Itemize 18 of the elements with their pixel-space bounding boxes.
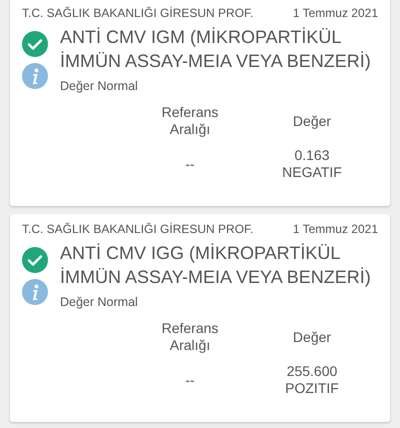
test-name: ANTİ CMV IGM (MİKROPARTİKÜL İMMÜN ASSAY-MEIA VEYA BENZERİ): [60, 26, 372, 73]
table-cell-text: --: [184, 154, 196, 174]
table-cell-text: --: [184, 370, 196, 390]
test-name: ANTİ CMV IGG (MİKROPARTİKÜL İMMÜN ASSAY-MEIA VEYA BENZERİ): [60, 242, 372, 289]
status-text: Değer Normal: [60, 295, 139, 309]
column-header: Değer: [292, 112, 332, 131]
column-header: Referans Aralığı: [160, 319, 220, 355]
table-cell-text: 255.600 POZITIF: [284, 362, 340, 398]
status-text: Değer Normal: [60, 79, 139, 93]
table-cell-text: 0.163 NEGATIF: [281, 146, 343, 182]
result-date: 1 Temmuz 2021: [292, 221, 378, 237]
lab-name: T.C. SAĞLIK BAKANLIĞI GİRESUN PROF.: [22, 5, 254, 21]
column-header: Değer: [292, 328, 332, 347]
result-date: 1 Temmuz 2021: [292, 5, 378, 21]
info-icon[interactable]: [22, 63, 48, 89]
column-header: Referans Aralığı: [160, 103, 220, 139]
lab-name: T.C. SAĞLIK BAKANLIĞI GİRESUN PROF.: [22, 221, 254, 237]
info-icon[interactable]: [22, 279, 48, 305]
